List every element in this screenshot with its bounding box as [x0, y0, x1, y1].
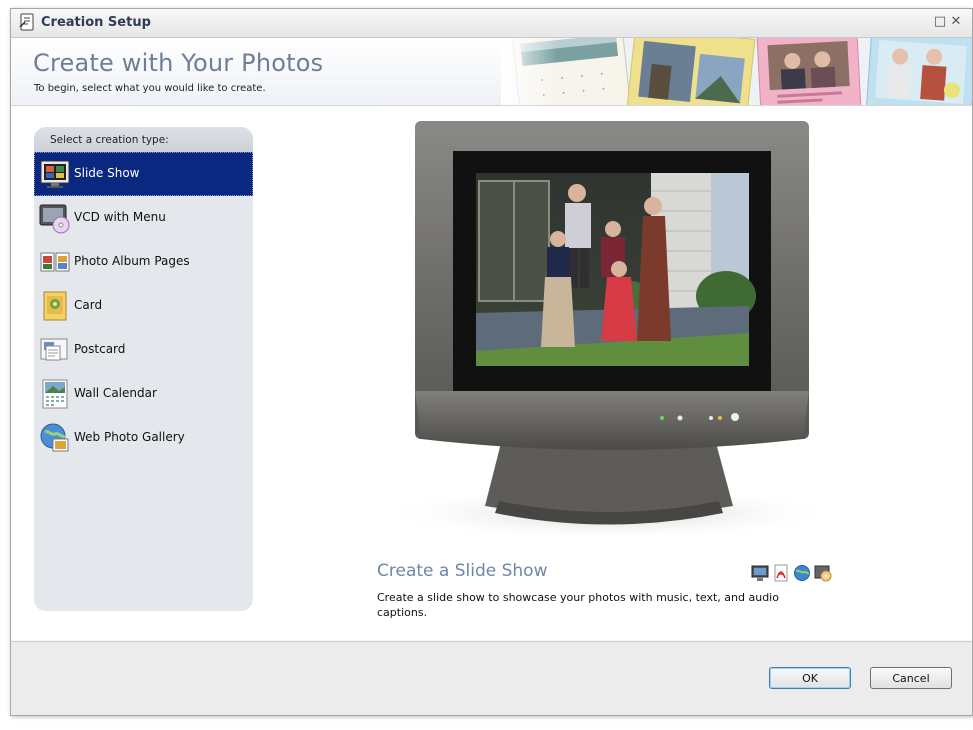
output-format-icons: [751, 564, 832, 582]
sidebar-item-label: Photo Album Pages: [74, 254, 190, 268]
sidebar-item-label: Card: [74, 298, 103, 312]
photo-collage-banner: [501, 38, 972, 105]
card-icon: [43, 291, 67, 321]
creation-type-photo-album-pages[interactable]: Photo Album Pages: [34, 240, 253, 284]
web-icon: [794, 565, 810, 581]
creation-type-slide-show[interactable]: Slide Show: [34, 152, 253, 196]
postcard-icon: [40, 338, 68, 361]
page-subtitle: To begin, select what you would like to …: [34, 83, 266, 94]
creation-description-title: Create a Slide Show: [377, 561, 548, 581]
creation-type-panel: Select a creation type: Slide Show VCD w…: [34, 127, 253, 611]
main-content: Select a creation type: Slide Show VCD w…: [11, 106, 972, 640]
creation-type-heading: Select a creation type:: [34, 127, 253, 152]
web-gallery-icon: [40, 423, 69, 452]
app-icon: [19, 13, 34, 31]
ok-button[interactable]: OK: [769, 667, 851, 689]
creation-type-postcard[interactable]: Postcard: [34, 328, 253, 372]
album-pages-icon: [40, 252, 70, 272]
creation-type-card[interactable]: Card: [34, 284, 253, 328]
sidebar-item-label: VCD with Menu: [74, 210, 166, 224]
close-button[interactable]: ✕: [949, 15, 963, 29]
creation-type-web-photo-gallery[interactable]: Web Photo Gallery: [34, 416, 253, 460]
header-banner: Create with Your Photos To begin, select…: [11, 38, 972, 106]
vcd-icon: [39, 204, 70, 234]
wall-calendar-icon: [42, 379, 68, 409]
window-title: Creation Setup: [41, 15, 151, 30]
sidebar-item-label: Postcard: [74, 342, 126, 356]
sidebar-item-label: Wall Calendar: [74, 386, 157, 400]
creation-description-text: Create a slide show to showcase your pho…: [377, 591, 779, 619]
page-title: Create with Your Photos: [33, 49, 324, 77]
pdf-icon: [774, 564, 788, 582]
monitor-icon: [751, 565, 769, 581]
slideshow-icon: [40, 160, 70, 188]
creation-type-vcd-with-menu[interactable]: VCD with Menu: [34, 196, 253, 240]
cancel-button[interactable]: Cancel: [870, 667, 952, 689]
maximize-button[interactable]: □: [933, 15, 947, 29]
sidebar-item-label: Web Photo Gallery: [74, 430, 185, 444]
burn-disc-icon: [814, 565, 832, 582]
creation-type-wall-calendar[interactable]: Wall Calendar: [34, 372, 253, 416]
title-bar[interactable]: Creation Setup □ ✕: [11, 9, 972, 38]
sidebar-item-label: Slide Show: [74, 166, 140, 180]
slideshow-preview-monitor: [381, 121, 841, 541]
dialog-footer: OK Cancel: [11, 641, 972, 715]
creation-setup-window: Creation Setup □ ✕ Create with Your Phot…: [10, 8, 973, 716]
